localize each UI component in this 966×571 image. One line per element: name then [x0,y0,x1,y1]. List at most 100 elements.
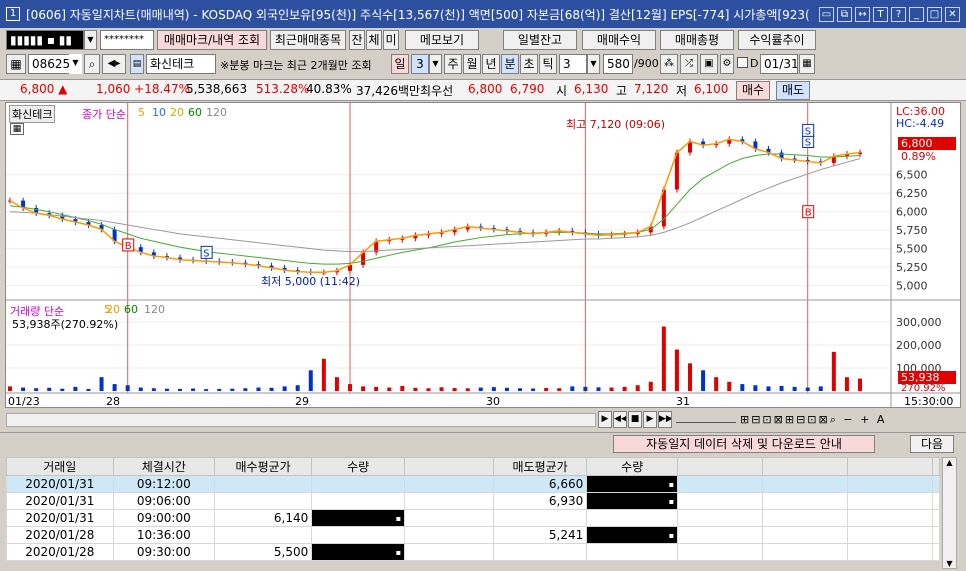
data-notice-button[interactable]: 자동일지 데이터 삭제 및 다운로드 안내 [613,435,875,453]
play-icon[interactable]: ▶ [643,411,657,428]
trade-marker-label: B [125,241,132,252]
search-icon[interactable]: ⌕ [84,54,100,74]
period-tick-button[interactable]: 틱 [539,54,557,74]
date-checkbox[interactable] [737,57,748,68]
vertical-scrollbar[interactable]: ▲ ▼ [942,457,957,569]
code-icon[interactable]: ▦ [6,54,26,74]
table-row[interactable]: 2020/01/31 09:00:00 6,140 ▪ [6,509,940,527]
balance-button[interactable]: 잔 [349,30,365,50]
help-icon[interactable]: ? [891,6,906,22]
scroll-down-icon[interactable]: ▼ [943,559,956,568]
stock-label[interactable]: 화신테크 [9,105,56,123]
maximize-button[interactable]: □ [927,6,942,22]
horizontal-scrollbar[interactable] [6,413,596,427]
account-dropdown-icon[interactable]: ▼ [84,30,97,50]
code-dropdown-icon[interactable]: ▼ [69,54,82,74]
row-empty [404,526,494,544]
buy-button[interactable]: 매수 [736,81,770,100]
open-label: 시 [556,84,568,98]
forward-icon[interactable]: ▶▶ [658,411,672,428]
tick-dropdown-icon[interactable]: ▼ [587,54,600,74]
col-date: 거래일 [6,457,114,476]
period-dropdown-icon[interactable]: ▼ [429,54,442,74]
table-row[interactable]: 2020/01/31 09:06:00 6,930 ▪ [6,492,940,510]
close-line [9,138,861,274]
row-date: 2020/01/28 [6,543,114,561]
table-row[interactable]: 2020/01/28 10:36:00 5,241 ▪ [6,526,940,544]
period-second-button[interactable]: 초 [520,54,538,74]
cascade-icon[interactable]: ⧉ [837,6,852,22]
vol-legend-120: 120 [144,303,165,316]
price-chart[interactable]: 6,500 6,250 6,000 5,750 5,500 5,250 5,000 300,0… [5,102,961,408]
account-select[interactable]: ▮▮▮▮▮ ▪ ▮▮ [6,30,84,50]
row-buy-avg [214,526,313,544]
table-row[interactable]: 2020/01/28 09:30:00 5,500 ▪ [6,543,940,561]
zoom-slider[interactable] [676,415,736,423]
vol-legend-60: 60 [124,303,138,316]
indicator-icon[interactable]: ⤮ [680,54,698,74]
volume-bar [531,388,536,391]
period-month-button[interactable]: 월 [463,54,481,74]
prev-next-icon[interactable]: ◀▸ [102,54,126,74]
stop-icon[interactable]: ■ [628,411,642,428]
price-tick-label: 6,250 [896,187,928,200]
resize-icon[interactable]: ↔ [855,6,870,22]
scroll-right-icon[interactable]: ▶ [598,411,612,428]
close-button[interactable]: ✕ [945,6,960,22]
price-tick-label: 5,500 [896,243,928,256]
tick-value-select[interactable]: 3 [559,54,587,74]
filled-button[interactable]: 체 [366,30,382,50]
row-empty [847,492,933,510]
calendar-icon[interactable]: ▦ [799,54,815,74]
period-day-button[interactable]: 일 [391,54,409,74]
date-input[interactable]: 01/31 [760,54,798,74]
row-date: 2020/01/31 [6,509,114,527]
zoom-tools-icon[interactable]: ⊞⊟⊡⊠⊞⊟⊡⊠⌕ − + A [740,413,886,427]
volume-bar [661,326,666,391]
tools-icon[interactable]: ⁂ [660,54,678,74]
minimize-button[interactable]: _ [909,6,924,22]
legend-ma5: 5 [138,106,145,119]
memo-button[interactable]: 메모보기 [405,30,479,50]
row-sell-avg: 5,241 [492,526,588,544]
group-icon[interactable]: ▤ [130,54,144,74]
trade-summary-button[interactable]: 매매총평 [660,30,734,50]
count-input[interactable]: 580 [603,54,633,74]
volume-bar [688,363,692,391]
return-trend-button[interactable]: 수익률추이 [738,30,816,50]
period-year-button[interactable]: 년 [482,54,500,74]
best-label: 최우선 [420,84,454,98]
volume-bar [740,384,745,391]
scroll-up-icon[interactable]: ▲ [943,458,956,467]
volume-bar [374,386,379,391]
recent-trades-button[interactable]: 최근매매종목 [270,30,346,50]
save-icon[interactable]: ▣ [700,54,718,74]
period-minute-button[interactable]: 분 [501,54,519,74]
font-icon[interactable]: T [873,6,888,22]
row-empty [762,509,849,527]
trade-mark-button[interactable]: 매매마크/내역 조회 [157,30,267,50]
volume-bar [348,384,352,391]
row-empty [677,526,764,544]
restore-icon[interactable]: ▭ [819,6,834,22]
volume-bar [544,388,549,391]
table-row[interactable]: 2020/01/31 09:12:00 6,660 ▪ [6,475,940,493]
volume-bar [308,370,313,391]
bid-price: 6,790 [510,82,545,96]
stock-name-field[interactable]: 화신테크 [146,54,216,74]
grid-icon[interactable]: ▦ [10,123,24,135]
period-week-button[interactable]: 주 [444,54,462,74]
daily-balance-button[interactable]: 일별잔고 [503,30,577,50]
settings-icon[interactable]: ⚙ [720,54,734,74]
row-empty [762,526,849,544]
sell-button[interactable]: 매도 [776,81,810,100]
next-button[interactable]: 다음 [910,435,954,453]
password-field[interactable]: ******** [100,30,154,50]
period-value-field[interactable]: 3 [411,54,429,74]
turnover-ratio: 40.83% [306,82,352,96]
unfilled-button[interactable]: 미 [383,30,399,50]
volume-bar [86,388,91,391]
rewind-icon[interactable]: ◀◀ [613,411,627,428]
row-time: 09:06:00 [112,492,216,510]
trade-profit-button[interactable]: 매매수익 [582,30,656,50]
